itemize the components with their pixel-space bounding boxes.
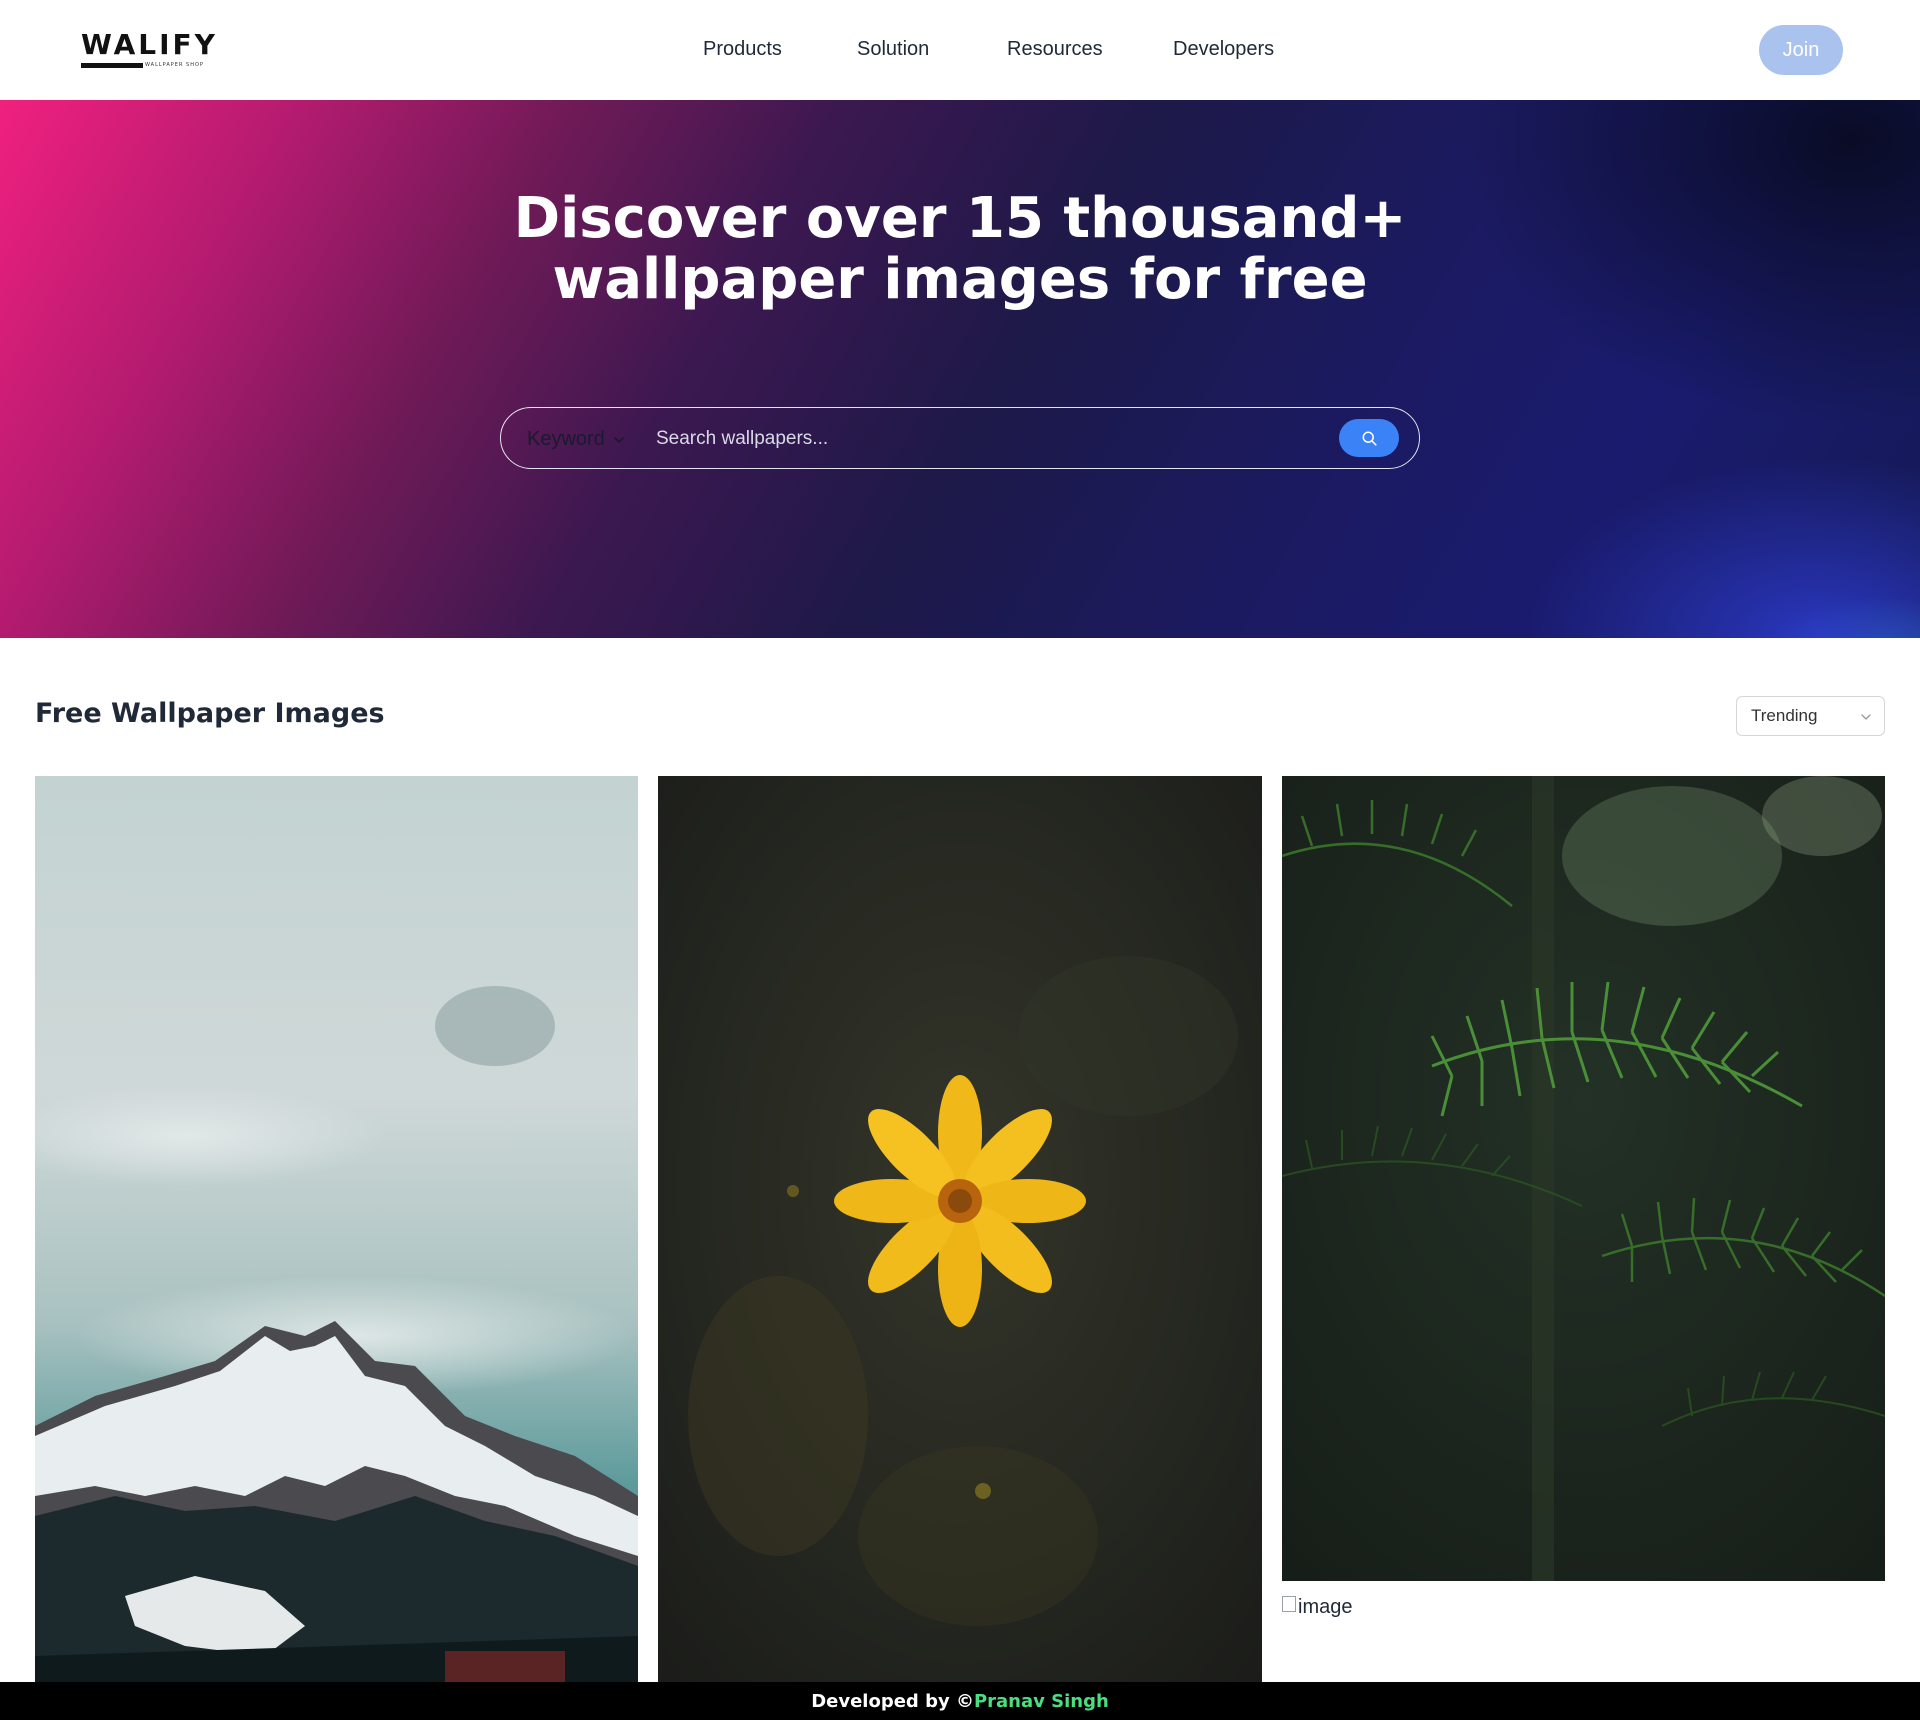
logo-text: WALIFY xyxy=(81,28,218,61)
nav-item-products[interactable]: Products xyxy=(703,38,782,61)
search-input[interactable] xyxy=(656,422,1416,456)
nav-item-resources[interactable]: Resources xyxy=(1007,38,1103,61)
wallpaper-card-mountain[interactable] xyxy=(35,776,638,1682)
site-header: WALIFY WALLPAPER SHOP Products Solution … xyxy=(0,0,1920,100)
broken-image-alt: image xyxy=(1298,1596,1353,1618)
logo[interactable]: WALIFY WALLPAPER SHOP xyxy=(81,30,221,70)
broken-image-icon xyxy=(1282,1595,1296,1612)
site-footer: Developed by © Pranav Singh xyxy=(0,1682,1920,1720)
search-type-label: Keyword xyxy=(527,428,605,450)
hero-title-line-2: wallpaper images for free xyxy=(552,247,1368,312)
hero-title-line-1: Discover over 15 thousand+ xyxy=(513,186,1407,251)
nav-item-solution[interactable]: Solution xyxy=(857,38,929,61)
search-type-dropdown[interactable]: Keyword xyxy=(527,428,625,451)
sort-select[interactable]: Trending xyxy=(1736,696,1885,736)
gallery-title: Free Wallpaper Images xyxy=(35,698,385,729)
logo-subtext: WALLPAPER SHOP xyxy=(145,62,204,68)
search-bar: Keyword xyxy=(500,407,1420,469)
hero-banner: Discover over 15 thousand+ wallpaper ima… xyxy=(0,100,1920,638)
chevron-down-icon xyxy=(613,436,624,443)
logo-underline xyxy=(81,63,143,68)
wallpaper-card-fern[interactable] xyxy=(1282,776,1885,1581)
nav-item-developers[interactable]: Developers xyxy=(1173,38,1274,61)
footer-prefix: Developed by © xyxy=(811,1690,974,1712)
mountain-image xyxy=(35,776,638,1682)
chevron-down-icon xyxy=(1861,714,1871,720)
fern-image xyxy=(1282,776,1885,1581)
search-icon xyxy=(1362,431,1377,446)
sort-select-value: Trending xyxy=(1751,706,1818,725)
footer-author-link[interactable]: Pranav Singh xyxy=(974,1691,1109,1712)
join-button[interactable]: Join xyxy=(1759,25,1843,75)
wallpaper-card-flower[interactable] xyxy=(658,776,1262,1682)
broken-image[interactable]: image xyxy=(1282,1595,1353,1619)
hero-title: Discover over 15 thousand+ wallpaper ima… xyxy=(0,188,1920,310)
search-button[interactable] xyxy=(1339,419,1399,457)
flower-image xyxy=(658,776,1262,1682)
